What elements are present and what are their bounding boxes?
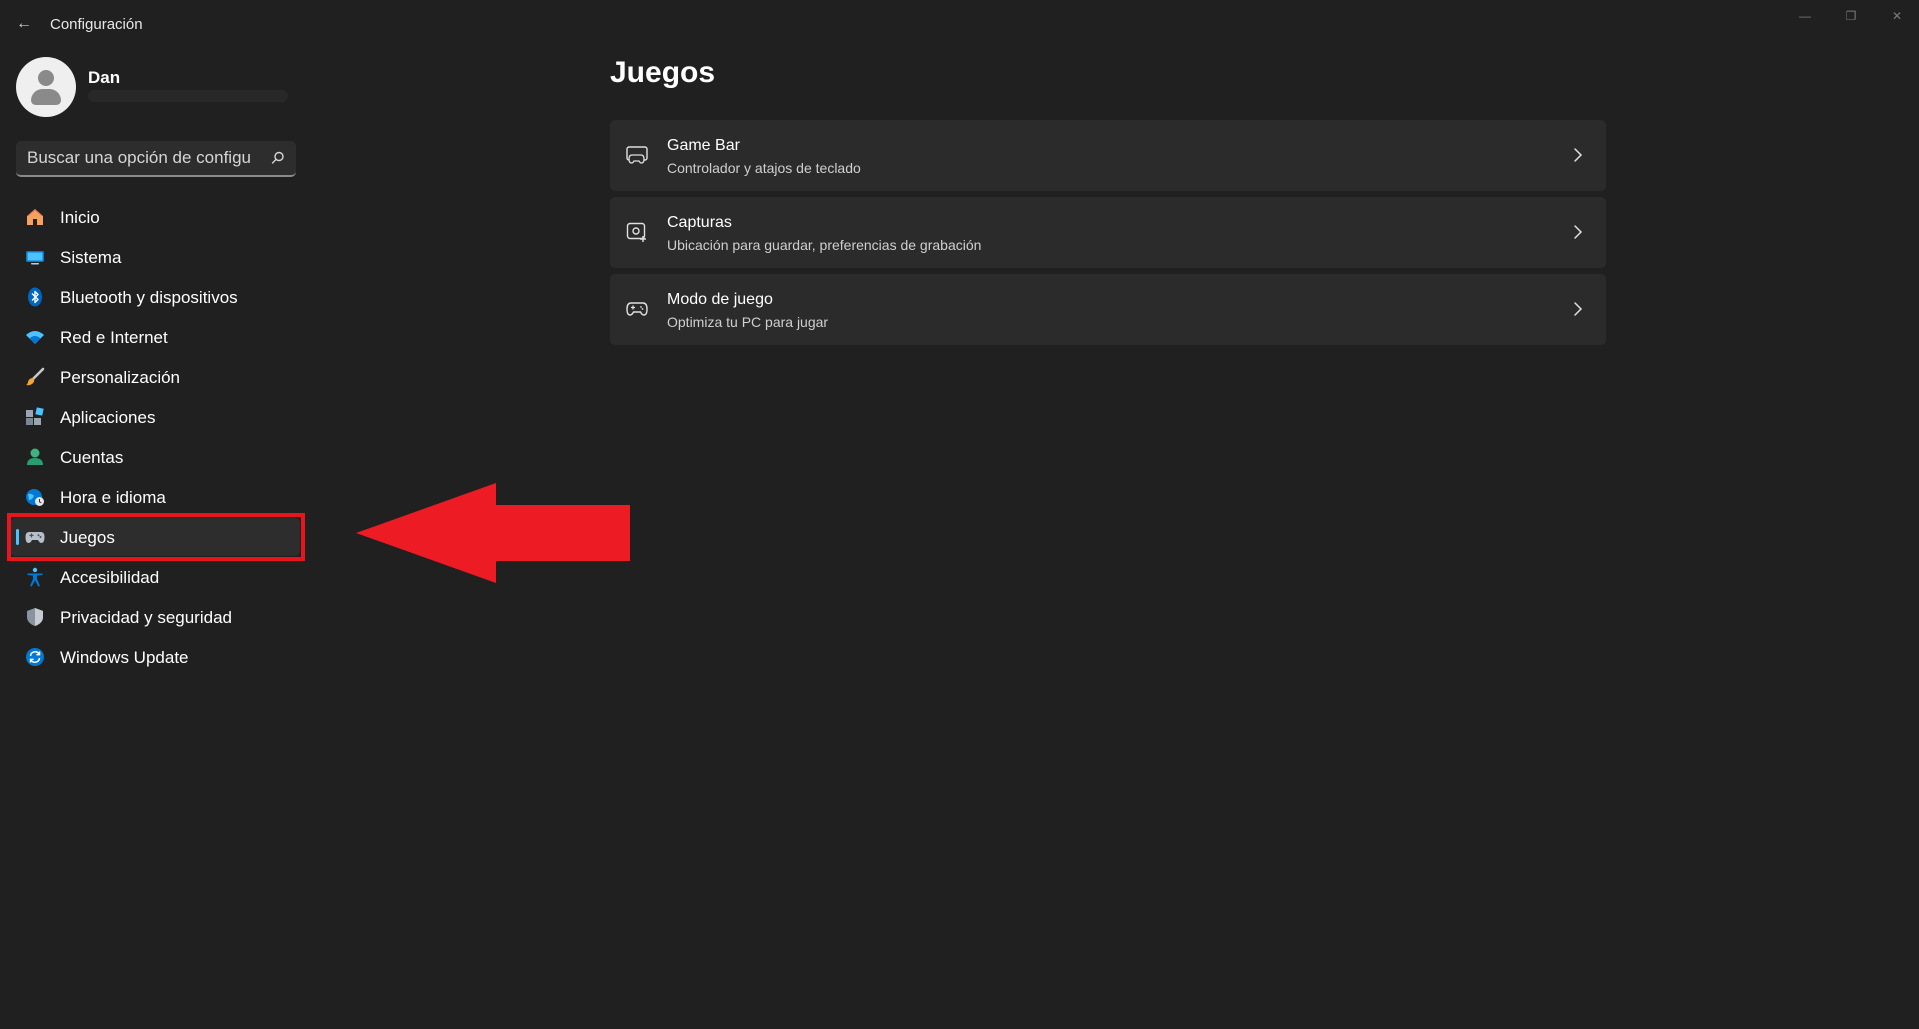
sidebar-item-accesibilidad[interactable]: Accesibilidad [10,558,300,596]
avatar[interactable] [16,57,76,117]
sidebar-item-label: Hora e idioma [60,488,166,507]
sidebar-item-label: Sistema [60,248,122,267]
card-title: Capturas [667,214,732,231]
brush-icon [26,367,45,386]
sidebar-item-label: Aplicaciones [60,408,156,427]
update-icon [26,648,44,666]
avatar-body-shape [31,89,61,105]
minimize-button[interactable]: — [1782,6,1828,26]
annotation-arrow-icon [356,483,630,583]
back-arrow-icon: ← [16,15,32,32]
wifi-icon [26,331,44,344]
sidebar-item-windows-update[interactable]: Windows Update [10,638,300,676]
chevron-right-icon [1574,148,1583,162]
title-bar: ← Configuración — ❐ ✕ [0,0,1919,50]
accessibility-icon [27,567,43,587]
minimize-icon: — [1799,9,1811,23]
sidebar-item-label: Juegos [60,528,115,547]
game-mode-icon [626,302,648,316]
sidebar-item-label: Privacidad y seguridad [60,608,232,627]
card-capturas[interactable]: Capturas Ubicación para guardar, prefere… [610,197,1606,268]
search-icon[interactable] [270,150,286,166]
card-subtitle: Controlador y atajos de teclado [667,160,861,176]
app-title: Configuración [50,16,143,33]
game-bar-icon [626,146,648,164]
globe-clock-icon [26,489,44,506]
sidebar-item-privacidad[interactable]: Privacidad y seguridad [10,598,300,636]
sidebar-item-hora[interactable]: Hora e idioma [10,478,300,516]
sidebar-item-label: Cuentas [60,448,124,467]
shield-icon [27,608,43,626]
card-subtitle: Optimiza tu PC para jugar [667,314,829,330]
sidebar-nav: Inicio Sistema Bluetooth y dispositivos … [10,198,300,678]
maximize-button[interactable]: ❐ [1828,6,1874,26]
sidebar-item-inicio[interactable]: Inicio [10,198,300,236]
user-email-redacted [88,90,288,102]
system-icon [26,251,44,265]
account-icon [27,448,43,465]
sidebar-item-label: Personalización [60,368,181,387]
sidebar-item-label: Bluetooth y dispositivos [60,288,238,307]
sidebar-item-label: Red e Internet [60,328,168,347]
sidebar-item-label: Inicio [60,208,100,227]
capture-icon [626,222,646,242]
card-subtitle: Ubicación para guardar, preferencias de … [667,237,982,253]
bluetooth-icon [28,287,42,307]
sidebar-item-juegos[interactable]: Juegos [10,518,300,556]
sidebar-item-sistema[interactable]: Sistema [10,238,300,276]
sidebar-item-red[interactable]: Red e Internet [10,318,300,356]
chevron-right-icon [1574,225,1583,239]
sidebar-item-label: Windows Update [60,648,189,667]
gamepad-icon [25,532,45,543]
avatar-head-shape [38,70,54,86]
search-box[interactable] [16,141,296,177]
home-icon [27,209,43,225]
card-modo-de-juego[interactable]: Modo de juego Optimiza tu PC para jugar [610,274,1606,345]
restore-icon: ❐ [1845,9,1857,23]
close-button[interactable]: ✕ [1874,6,1919,26]
apps-icon [26,407,44,425]
card-game-bar[interactable]: Game Bar Controlador y atajos de teclado [610,120,1606,191]
settings-card-list: Game Bar Controlador y atajos de teclado… [610,120,1606,351]
sidebar-item-aplicaciones[interactable]: Aplicaciones [10,398,300,436]
back-button[interactable]: ← [12,12,36,36]
search-input[interactable] [16,141,266,175]
sidebar-item-label: Accesibilidad [60,568,160,587]
sidebar-item-personalizacion[interactable]: Personalización [10,358,300,396]
chevron-right-icon [1574,302,1583,316]
card-title: Modo de juego [667,291,773,308]
close-icon: ✕ [1891,9,1903,23]
card-title: Game Bar [667,137,740,154]
user-name: Dan [88,68,121,87]
sidebar-item-cuentas[interactable]: Cuentas [10,438,300,476]
sidebar-item-bluetooth[interactable]: Bluetooth y dispositivos [10,278,300,316]
page-title: Juegos [610,56,716,89]
selection-indicator [16,529,19,545]
